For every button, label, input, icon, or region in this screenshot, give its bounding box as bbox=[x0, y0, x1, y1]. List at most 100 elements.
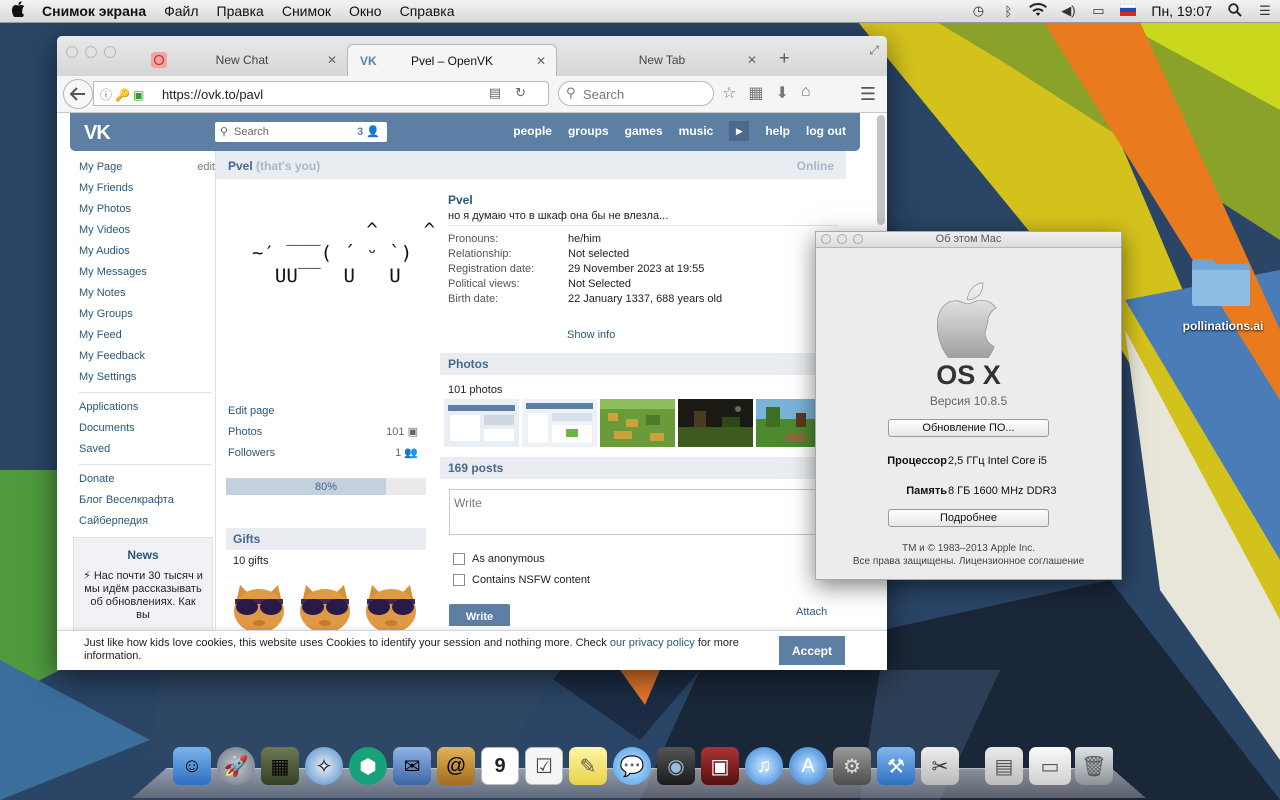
new-tab-plus-icon[interactable]: + bbox=[779, 48, 790, 69]
calendar-icon[interactable]: 9 bbox=[481, 747, 519, 785]
documents-stack-icon[interactable]: ▤ bbox=[985, 747, 1023, 785]
tab-close-icon[interactable]: ✕ bbox=[327, 53, 337, 67]
gift-cat-sunglasses[interactable] bbox=[362, 575, 420, 635]
menu-applications[interactable]: Applications bbox=[79, 397, 211, 418]
menu-cyberpedia[interactable]: Сайберпедия bbox=[79, 511, 211, 532]
window-minimize-button[interactable] bbox=[85, 46, 97, 58]
app-store-icon[interactable]: A bbox=[789, 747, 827, 785]
show-info-link[interactable]: Show info bbox=[567, 329, 615, 341]
nav-people[interactable]: people bbox=[513, 124, 552, 141]
write-button[interactable]: Write bbox=[449, 604, 510, 626]
software-update-button[interactable]: Обновление ПО... bbox=[888, 419, 1049, 437]
photo-thumbnail[interactable] bbox=[444, 399, 519, 447]
menu-my-feed[interactable]: My Feed bbox=[79, 325, 211, 346]
accept-cookies-button[interactable]: Accept bbox=[779, 636, 845, 665]
tab-close-icon[interactable]: ✕ bbox=[536, 54, 546, 68]
mission-control-icon[interactable]: ▦ bbox=[261, 747, 299, 785]
apple-menu-icon[interactable] bbox=[0, 0, 38, 22]
menu-my-videos[interactable]: My Videos bbox=[79, 220, 211, 241]
tab-openvk[interactable]: VK Pvel – OpenVK ✕ bbox=[347, 44, 557, 76]
menu-blog[interactable]: Блог Веселкрафта bbox=[79, 490, 211, 511]
menu-edit[interactable]: Правка bbox=[208, 0, 273, 22]
system-preferences-icon[interactable]: ⚙ bbox=[833, 747, 871, 785]
menu-my-notes[interactable]: My Notes bbox=[79, 283, 211, 304]
back-button[interactable] bbox=[63, 79, 93, 109]
nav-groups[interactable]: groups bbox=[568, 124, 609, 141]
edit-page-link[interactable]: Edit page bbox=[228, 401, 424, 422]
screenshot-stack-icon[interactable]: ▭ bbox=[1029, 747, 1071, 785]
photos-header[interactable]: Photos bbox=[440, 353, 846, 375]
nsfw-checkbox[interactable]: Contains NSFW content bbox=[453, 572, 590, 588]
profile-status[interactable]: но я думаю что в шкаф она бы не влезла..… bbox=[448, 210, 668, 222]
checkbox-box[interactable] bbox=[453, 574, 465, 586]
wifi-icon[interactable] bbox=[1023, 2, 1053, 20]
tab-new-tab[interactable]: New Tab ✕ bbox=[557, 44, 767, 76]
tab-close-icon[interactable]: ✕ bbox=[747, 53, 757, 67]
mail-icon[interactable]: ✉ bbox=[393, 747, 431, 785]
menu-saved[interactable]: Saved bbox=[79, 439, 211, 460]
fullscreen-icon[interactable]: ⤢ bbox=[869, 43, 879, 58]
window-minimize-button[interactable] bbox=[837, 234, 847, 244]
window-close-button[interactable] bbox=[821, 234, 831, 244]
reminders-icon[interactable]: ☑ bbox=[525, 747, 563, 785]
volume-icon[interactable]: ◀) bbox=[1053, 3, 1083, 19]
input-source-flag-icon[interactable] bbox=[1113, 3, 1143, 19]
nav-help[interactable]: help bbox=[765, 124, 790, 141]
window-zoom-button[interactable] bbox=[853, 234, 863, 244]
bluetooth-icon[interactable]: ᛒ bbox=[993, 4, 1023, 19]
folder-icon[interactable] bbox=[1190, 255, 1252, 307]
nav-games[interactable]: games bbox=[625, 124, 663, 141]
menu-hamburger-icon[interactable]: ☰ bbox=[860, 84, 876, 105]
menu-my-audios[interactable]: My Audios bbox=[79, 241, 211, 262]
folder-label[interactable]: pollinations.ai bbox=[1175, 319, 1271, 333]
menu-capture[interactable]: Снимок bbox=[273, 0, 340, 22]
privacy-policy-link[interactable]: our privacy policy bbox=[610, 637, 695, 649]
menu-my-page[interactable]: My Page edit bbox=[79, 157, 215, 178]
menu-my-groups[interactable]: My Groups bbox=[79, 304, 211, 325]
photo-thumbnail[interactable] bbox=[678, 399, 753, 447]
more-info-button[interactable]: Подробнее bbox=[888, 509, 1049, 527]
followers-link[interactable]: Followers 1 👥 bbox=[228, 443, 424, 464]
search-input[interactable]: ⚲ Search bbox=[558, 81, 714, 106]
gifts-header[interactable]: Gifts bbox=[226, 528, 426, 550]
bookmark-star-icon[interactable]: ☆ bbox=[722, 83, 736, 103]
nav-music[interactable]: music bbox=[679, 124, 714, 141]
vk-search-input[interactable]: ⚲ Search 3 👤 bbox=[215, 122, 387, 142]
time-machine-icon[interactable]: ◷ bbox=[963, 3, 993, 19]
menu-window[interactable]: Окно bbox=[340, 0, 391, 22]
checkbox-box[interactable] bbox=[453, 553, 465, 565]
reader-view-icon[interactable]: ▤ bbox=[489, 85, 515, 100]
menu-documents[interactable]: Documents bbox=[79, 418, 211, 439]
chatgpt-app-icon[interactable]: ⬢ bbox=[349, 747, 387, 785]
messages-icon[interactable]: 💬 bbox=[613, 747, 651, 785]
edit-link[interactable]: edit bbox=[197, 157, 215, 178]
downloads-icon[interactable]: ⬇ bbox=[775, 83, 788, 103]
gift-cat-sunglasses[interactable] bbox=[296, 575, 354, 635]
menu-my-photos[interactable]: My Photos bbox=[79, 199, 211, 220]
post-write-input[interactable]: Write bbox=[449, 489, 829, 535]
menu-my-friends[interactable]: My Friends bbox=[79, 178, 211, 199]
launchpad-icon[interactable]: 🚀 bbox=[217, 747, 255, 785]
bookmarks-list-icon[interactable]: ▦ bbox=[748, 83, 763, 103]
window-close-button[interactable] bbox=[66, 46, 78, 58]
contacts-icon[interactable]: @ bbox=[437, 747, 475, 785]
menu-donate[interactable]: Donate bbox=[79, 469, 211, 490]
home-icon[interactable]: ⌂ bbox=[801, 83, 811, 103]
trash-icon[interactable]: 🗑 bbox=[1075, 747, 1113, 785]
itunes-icon[interactable]: ♫ bbox=[745, 747, 783, 785]
notification-center-icon[interactable]: ☰ bbox=[1250, 3, 1280, 19]
menu-file[interactable]: Файл bbox=[155, 0, 207, 22]
menu-my-feedback[interactable]: My Feedback bbox=[79, 346, 211, 367]
safari-icon[interactable]: ✧ bbox=[305, 747, 343, 785]
page-scrollbar[interactable] bbox=[877, 115, 885, 225]
grab-icon[interactable]: ✂ bbox=[921, 747, 959, 785]
menu-clock[interactable]: Пн, 19:07 bbox=[1143, 3, 1220, 19]
site-identity-icon[interactable]: ⓘ🔑▣ bbox=[100, 86, 147, 103]
play-icon[interactable]: ▶ bbox=[729, 121, 750, 141]
photo-thumbnail[interactable] bbox=[600, 399, 675, 447]
nav-logout[interactable]: log out bbox=[806, 124, 846, 141]
xcode-icon[interactable]: ⚒ bbox=[877, 747, 915, 785]
url-bar[interactable]: ⓘ🔑▣ https://ovk.to/pavl ▤↻ bbox=[93, 81, 549, 106]
photos-link[interactable]: Photos 101 ▣ bbox=[228, 422, 424, 443]
battery-icon[interactable]: ▭ bbox=[1083, 3, 1113, 19]
